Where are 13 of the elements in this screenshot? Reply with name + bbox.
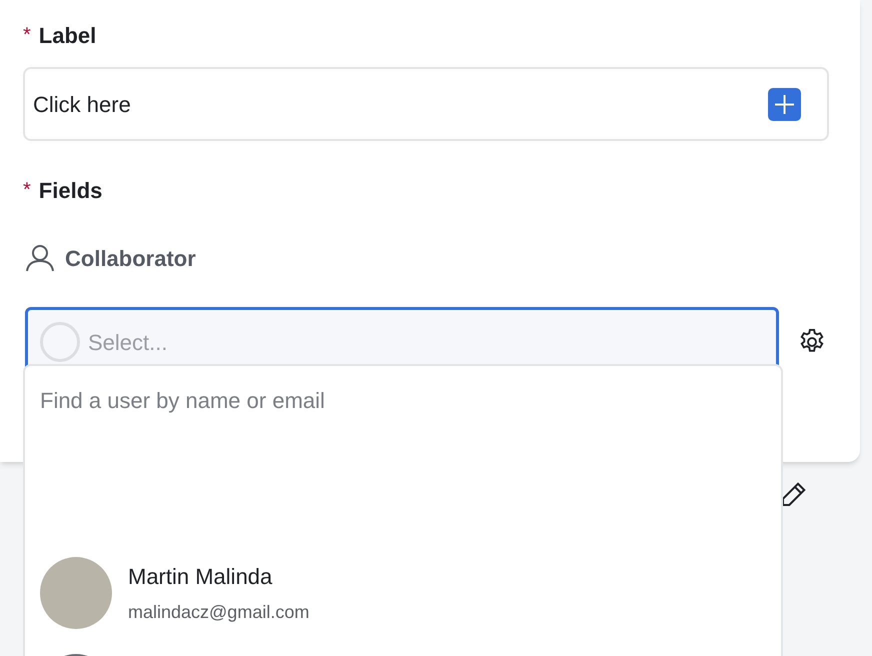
required-mark: * [23,178,31,203]
search-field[interactable]: Find a user by name or email [40,384,740,416]
person-icon [25,244,55,272]
field-label: Label [38,22,96,50]
field-label: Collaborator [65,244,196,272]
select-placeholder: Select... [88,328,168,356]
required-mark: * [23,23,31,48]
section-label: Fields [38,176,102,204]
user-name[interactable]: Martin Malinda [128,560,310,593]
add-icon[interactable] [768,88,801,120]
field-value: Click here [33,90,131,118]
user-email: malindacz@gmail.com [128,601,310,624]
label-field[interactable]: Click here [23,67,829,141]
